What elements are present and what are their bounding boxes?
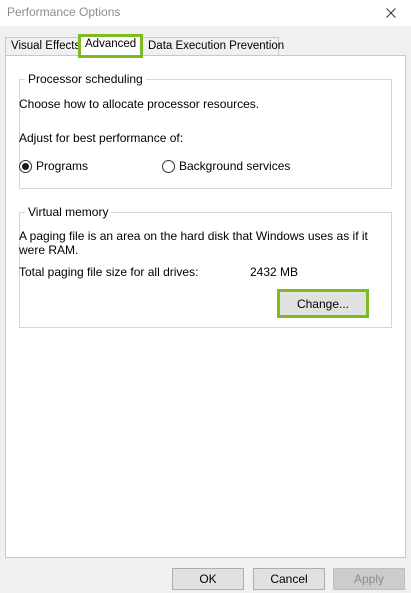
cancel-button[interactable]: Cancel [253, 568, 325, 590]
title-bar: Performance Options [0, 0, 411, 26]
change-button-label: Change... [296, 296, 350, 311]
processor-scheduling-title: Processor scheduling [28, 72, 143, 86]
tab-advanced[interactable]: Advanced [78, 34, 143, 58]
programs-label: Programs [36, 159, 89, 173]
radio-checked-icon [19, 159, 32, 173]
ok-button[interactable]: OK [172, 568, 244, 590]
adjust-performance-label: Adjust for best performance of: [19, 131, 184, 145]
change-button[interactable]: Change... [277, 289, 369, 318]
advanced-tab-panel: Processor scheduling Choose how to alloc… [5, 55, 406, 558]
close-icon [386, 8, 396, 18]
tab-visual-effects[interactable]: Visual Effects [5, 37, 80, 56]
programs-radio[interactable]: Programs [19, 159, 88, 173]
window-title: Performance Options [7, 5, 121, 19]
tab-data-execution-prevention[interactable]: Data Execution Prevention [142, 37, 284, 56]
virtual-memory-description: A paging file is an area on the hard dis… [19, 229, 368, 257]
virtual-memory-title: Virtual memory [28, 205, 109, 219]
total-paging-label: Total paging file size for all drives: [19, 265, 199, 279]
processor-description: Choose how to allocate processor resourc… [19, 97, 260, 111]
apply-button[interactable]: Apply [333, 568, 405, 590]
background-services-radio[interactable]: Background services [162, 159, 290, 173]
close-button[interactable] [371, 0, 411, 26]
background-services-label: Background services [179, 159, 291, 173]
total-paging-value: 2432 MB [250, 265, 299, 279]
radio-unchecked-icon [162, 159, 175, 173]
